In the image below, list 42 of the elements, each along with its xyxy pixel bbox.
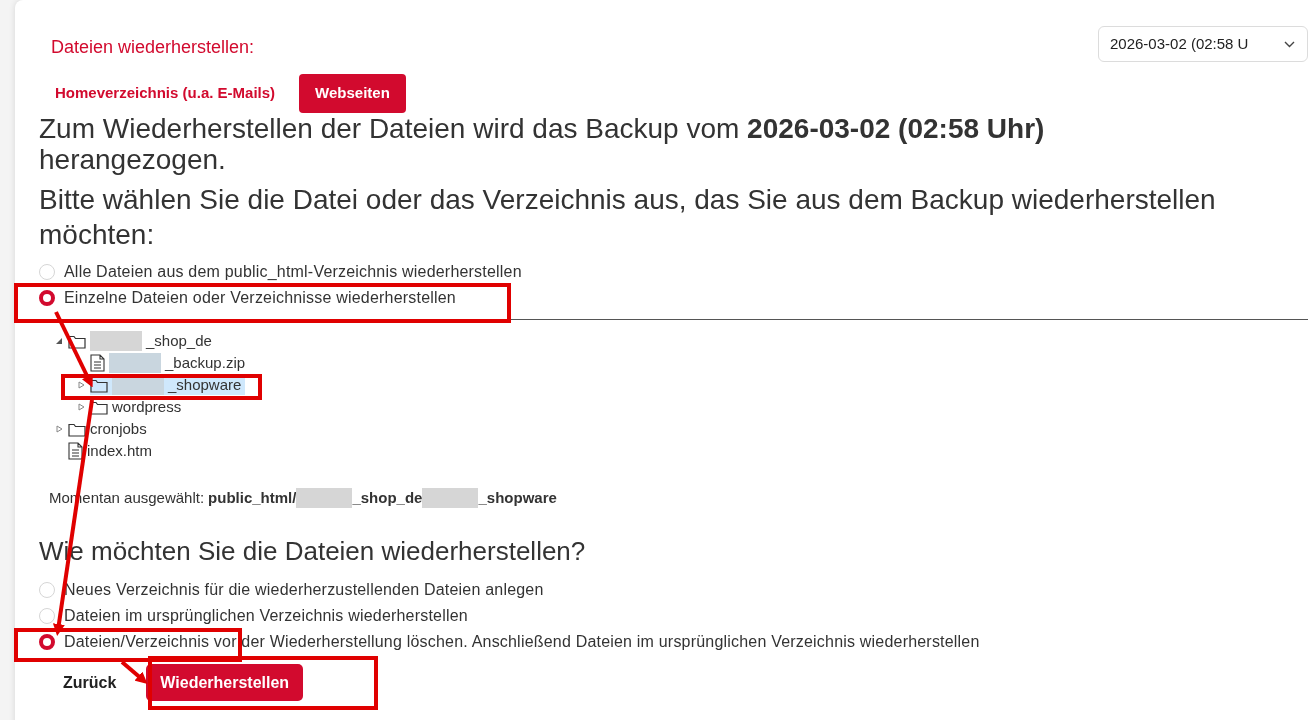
radio-label: Einzelne Dateien oder Verzeichnisse wiederherstellen: [64, 289, 456, 307]
tree-item-label: cronjobs: [90, 418, 147, 439]
tree-item[interactable]: wordpress: [90, 397, 186, 417]
restore-button[interactable]: Wiederherstellen: [146, 664, 304, 701]
document-icon: [90, 354, 105, 372]
radio-button[interactable]: [39, 290, 55, 306]
selection-path-part: _shopware: [478, 487, 557, 508]
tab[interactable]: Webseiten: [299, 74, 406, 113]
folder-icon: [68, 421, 86, 437]
radio-label: Alle Dateien aus dem public_html-Verzeichnis wiederherstellen: [64, 263, 522, 281]
intro-text: Zum Wiederherstellen der Dateien wird das Backup vom 2026-03-02 (02:58 Uhr) herangezogen.: [39, 113, 1046, 175]
folder-icon: [90, 399, 108, 415]
radio-button[interactable]: [39, 634, 55, 650]
radio-label: Dateien im ursprünglichen Verzeichnis wiederherstellen: [64, 607, 468, 625]
redaction-block: [422, 488, 479, 508]
collapsed-caret-icon[interactable]: [78, 403, 85, 411]
tree-item[interactable]: _shop_de: [68, 331, 216, 351]
section-title: Dateien wiederherstellen:: [51, 36, 256, 59]
tree-item-label: index.htm: [87, 440, 153, 461]
tree-item-label: _shopware: [168, 374, 242, 395]
redaction-block: [296, 488, 353, 508]
annotation-arrow: [120, 660, 148, 684]
chevron-down-icon: [1284, 40, 1295, 48]
tree-item-label: _shop_de: [146, 330, 212, 351]
prompt-text: Bitte wählen Sie die Datei oder das Verzeichnis aus, das Sie aus dem Backup wiederherstellen möchten:: [39, 183, 1217, 252]
back-button[interactable]: Zurück: [47, 664, 133, 701]
collapsed-caret-icon[interactable]: [56, 425, 63, 433]
tree-item[interactable]: _backup.zip: [90, 353, 250, 373]
tree-item-label: _backup.zip: [165, 352, 246, 373]
radio-label: Dateien/Verzeichnis vor der Wiederherstellung löschen. Anschließend Dateien im ursprünglichen Verzeichnis wiederherstellen: [64, 633, 980, 651]
tree-item[interactable]: cronjobs: [68, 419, 151, 439]
selection-path-part: public_html/: [208, 487, 297, 508]
folder-icon: [90, 377, 108, 393]
selection-path-part: _shop_de: [352, 487, 423, 508]
document-icon: [68, 442, 83, 460]
collapsed-caret-icon[interactable]: [78, 381, 85, 389]
folder-icon: [68, 333, 86, 349]
expanded-caret-icon[interactable]: [56, 337, 63, 345]
radio-label: Neues Verzeichnis für die wiederherzustellenden Dateien anlegen: [64, 581, 544, 599]
tree-item-label: wordpress: [112, 396, 182, 417]
tree-item[interactable]: index.htm: [68, 441, 157, 461]
backup-date-dropdown[interactable]: 2026-03-02 (02:58 U: [1098, 26, 1308, 62]
